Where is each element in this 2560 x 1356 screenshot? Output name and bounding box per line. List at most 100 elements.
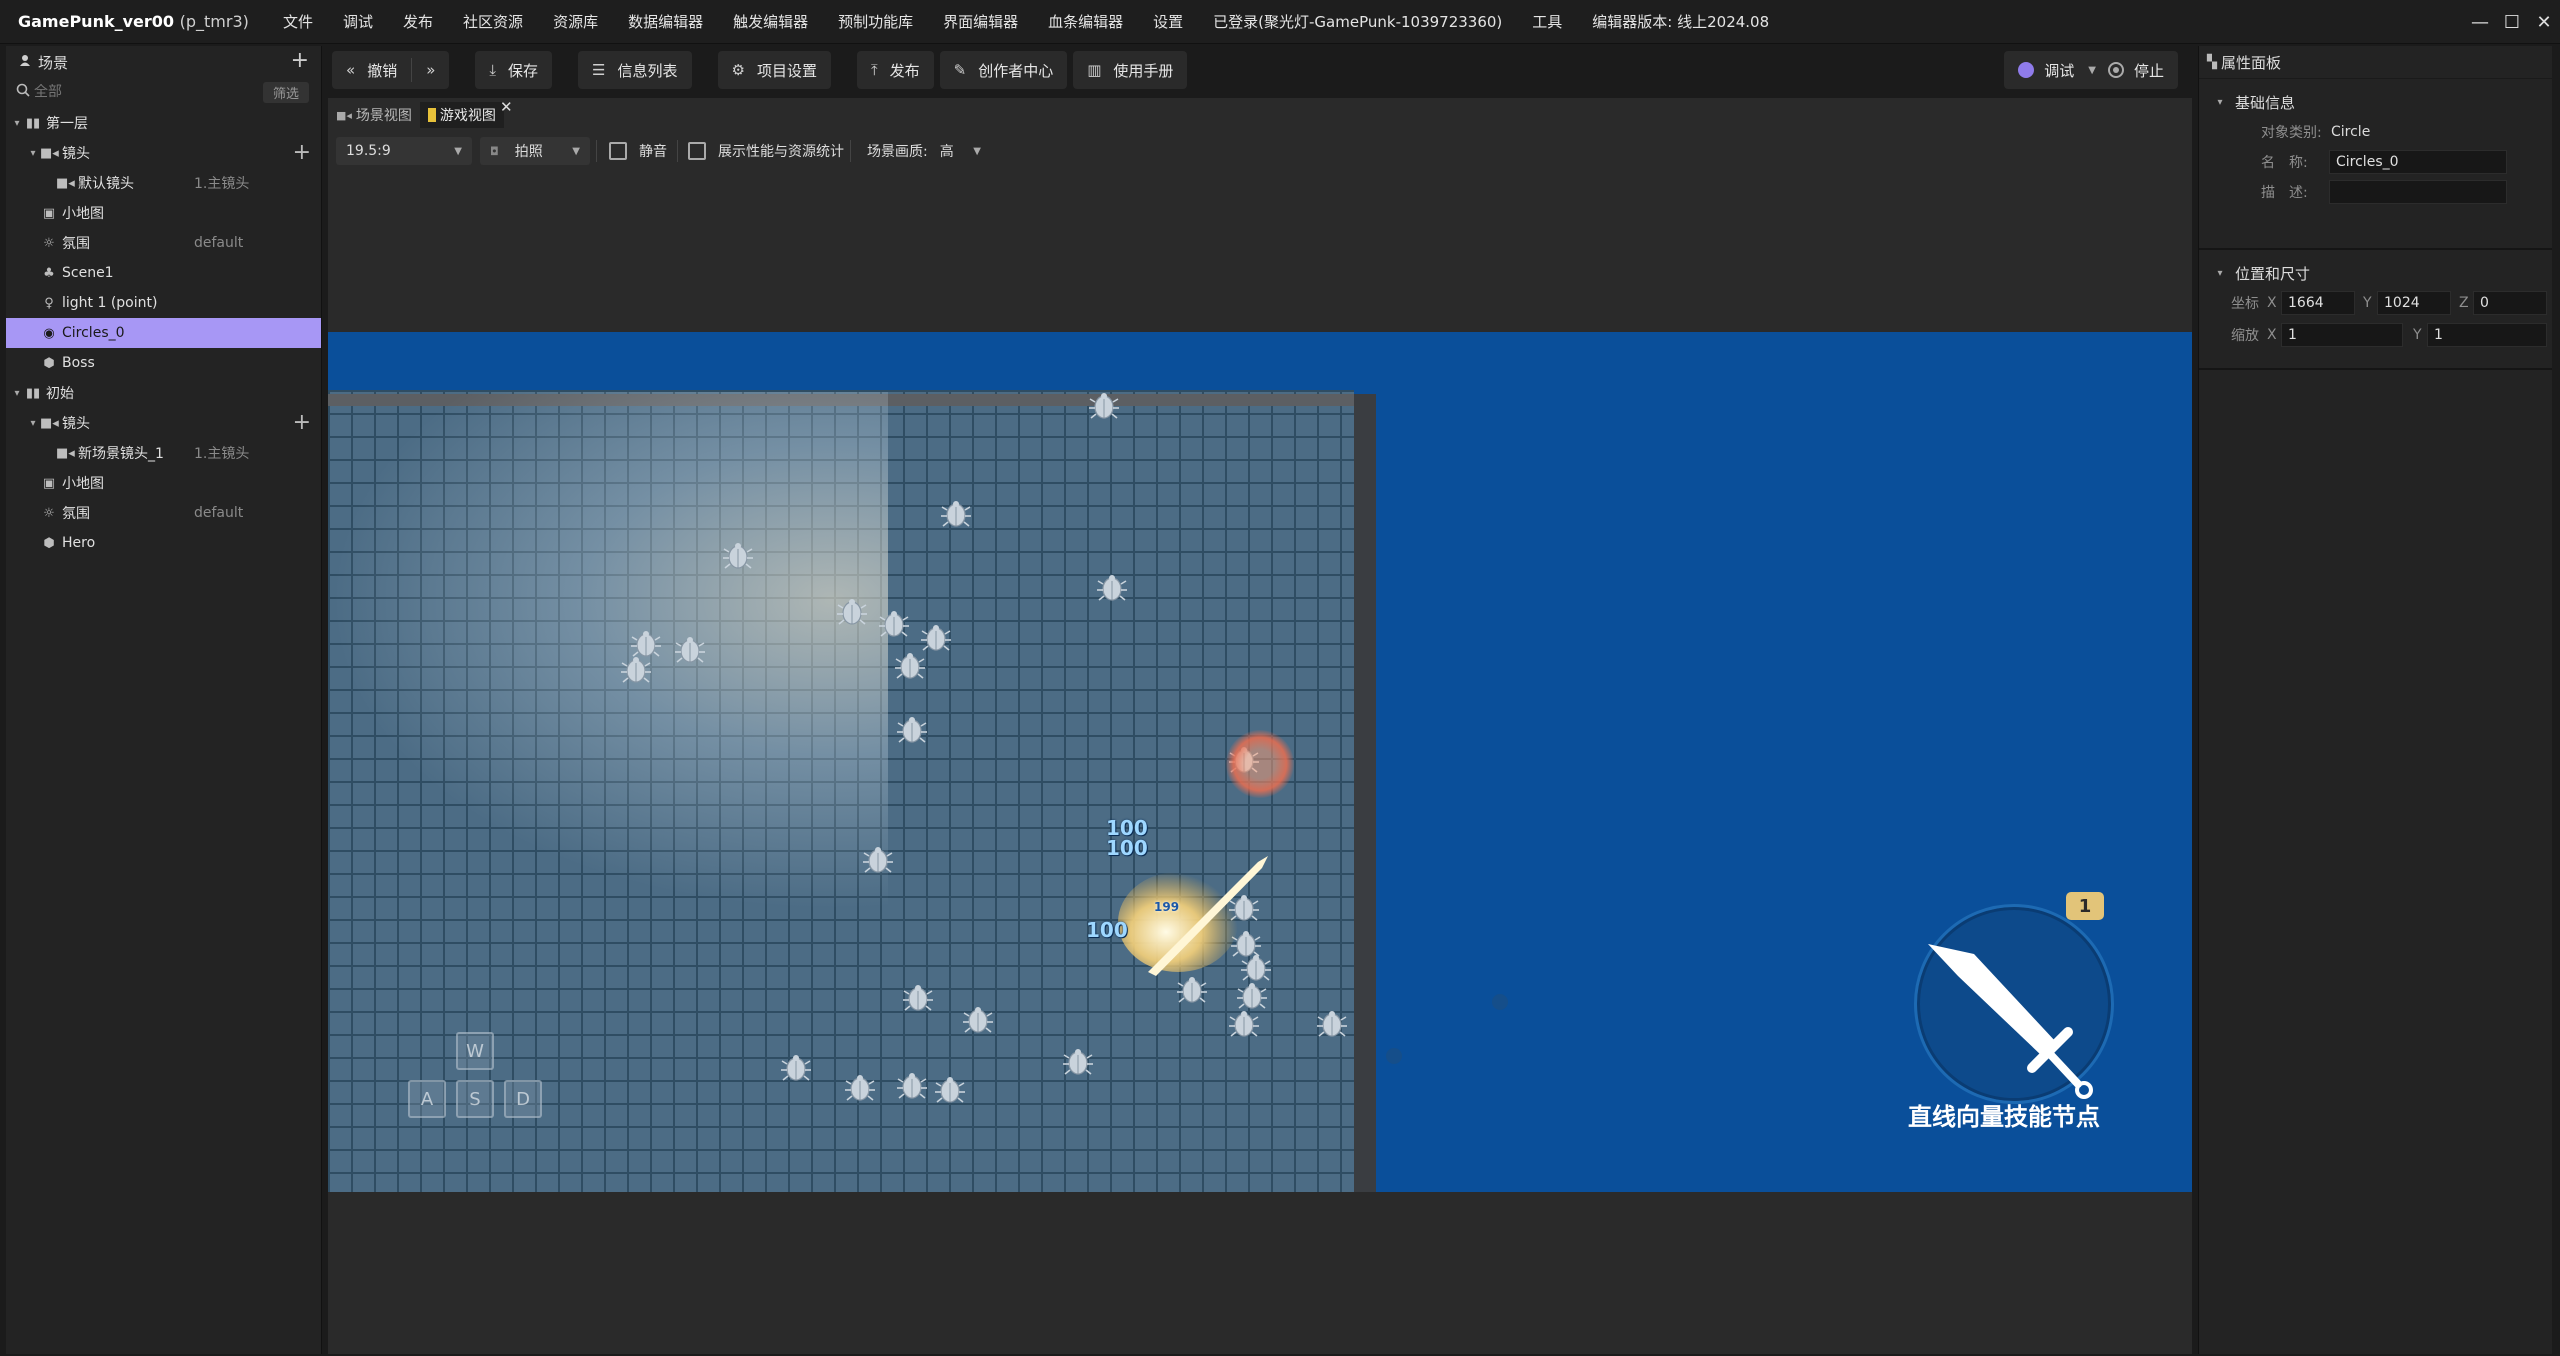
caret-down-icon[interactable]: ▾ — [10, 118, 24, 129]
menu-item[interactable]: 血条编辑器 — [1033, 0, 1138, 44]
wasd-keys-hint: W A S D — [408, 1032, 548, 1132]
menu-item[interactable]: 已登录(聚光灯-GamePunk-1039723360) — [1198, 0, 1517, 44]
tree-item[interactable]: ▾ ■◂ 镜头 + — [6, 138, 321, 168]
menu-item[interactable]: 编辑器版本: 线上2024.08 — [1577, 0, 1784, 44]
aspect-select[interactable]: 19.5:9 ▼ — [336, 137, 472, 165]
project-settings-button[interactable]: ⚙ 项目设置 — [717, 51, 831, 89]
close-tab-icon[interactable]: ✕ — [500, 98, 513, 116]
menu-item[interactable]: 数据编辑器 — [613, 0, 718, 44]
transform-header[interactable]: ▾ 位置和尺寸 — [2199, 258, 2552, 288]
menu-item[interactable]: 发布 — [388, 0, 448, 44]
menu-item[interactable]: 预制功能库 — [823, 0, 928, 44]
scale-x-input[interactable]: 1 — [2281, 323, 2403, 347]
show-stats-label: 展示性能与资源统计 — [718, 144, 844, 160]
search-icon — [16, 83, 30, 101]
show-stats-checkbox[interactable]: 展示性能与资源统计 — [688, 141, 844, 161]
app-title: GamePunk_ver00 (p_tmr3) — [0, 12, 268, 31]
position-x-input[interactable]: 1664 — [2281, 291, 2355, 315]
add-scene-button[interactable]: + — [291, 50, 309, 72]
name-input[interactable]: Circles_0 — [2329, 150, 2507, 174]
tree-item-tag: default — [194, 505, 244, 521]
manual-button[interactable]: ▥ 使用手册 — [1073, 51, 1188, 89]
atmosphere-icon: ☼ — [43, 235, 55, 251]
mute-checkbox[interactable]: 静音 — [609, 141, 667, 161]
tree-item[interactable]: ◉ Circles_0 — [6, 318, 321, 348]
tree-item[interactable]: ▣ 小地图 — [6, 198, 321, 228]
position-z-input[interactable]: 0 — [2473, 291, 2547, 315]
menu-item[interactable]: 设置 — [1138, 0, 1198, 44]
undo-icon: « — [346, 61, 356, 79]
damage-number: 199 — [1154, 900, 1180, 914]
project-settings-label: 项目设置 — [756, 61, 817, 80]
tree-item[interactable]: ■◂ 新场景镜头_1 1.主镜头 — [6, 438, 321, 468]
description-input[interactable] — [2329, 180, 2507, 204]
list-icon: ☰ — [592, 61, 606, 79]
beetle-enemy — [1096, 572, 1128, 604]
info-list-button[interactable]: ☰ 信息列表 — [578, 51, 692, 89]
scene-search-input[interactable] — [34, 84, 234, 100]
filter-button[interactable]: 筛选 — [262, 82, 309, 103]
property-panel: ▚ 属性面板 ▾ 基础信息 对象类别: Circle 名 称: Circles_… — [2198, 46, 2552, 1354]
chevron-down-icon: ▼ — [454, 145, 462, 157]
menu-item[interactable]: 界面编辑器 — [928, 0, 1033, 44]
tree-item[interactable]: ■◂ 默认镜头 1.主镜头 — [6, 168, 321, 198]
camera-icon: ■◂ — [40, 415, 59, 431]
quality-select[interactable]: 场景画质: 高 ▼ — [857, 137, 991, 165]
game-canvas[interactable]: 100 100 100 199 W A S D 1 直线向量技能节点 — [328, 332, 2192, 1192]
add-camera-button[interactable]: + — [293, 140, 311, 165]
beetle-enemy — [896, 1070, 928, 1102]
menu-item[interactable]: 文件 — [268, 0, 328, 44]
menu-item[interactable]: 触发编辑器 — [718, 0, 823, 44]
tree-item[interactable]: ♀ light 1 (point) — [6, 288, 321, 318]
tree-item[interactable]: ▣ 小地图 — [6, 468, 321, 498]
redo-icon: » — [426, 61, 436, 79]
camera-icon: ■◂ — [40, 145, 59, 161]
tree-item-label: 镜头 — [62, 146, 90, 162]
minimize-button[interactable]: — — [2464, 0, 2496, 44]
caret-down-icon[interactable]: ▾ — [26, 148, 40, 159]
redo-button[interactable]: » — [412, 51, 449, 89]
tab-game-view[interactable]: 游戏视图 — [419, 102, 504, 128]
run-controls: 调试 ▼ 停止 — [2004, 51, 2178, 89]
scale-y-input[interactable]: 1 — [2427, 323, 2547, 347]
tree-item[interactable]: ♣ Scene1 — [6, 258, 321, 288]
add-camera-button[interactable]: + — [293, 410, 311, 435]
menu-item[interactable]: 资源库 — [538, 0, 613, 44]
menu-item[interactable]: 调试 — [328, 0, 388, 44]
publish-button[interactable]: ⤒ 发布 — [856, 51, 934, 89]
view-tabs: ■◂ 场景视图 游戏视图 — [328, 102, 504, 128]
beetle-enemy — [780, 1052, 812, 1084]
tree-item[interactable]: ▾ ▮▮ 初始 — [6, 378, 321, 408]
debug-run-button[interactable]: 调试 ▼ — [2004, 51, 2104, 89]
stop-button[interactable]: 停止 — [2103, 51, 2178, 89]
sword-icon — [1928, 944, 2093, 1099]
creator-center-button[interactable]: ✎ 创作者中心 — [939, 51, 1068, 89]
play-icon — [2018, 62, 2035, 78]
tree-item[interactable]: ⬢ Hero — [6, 528, 321, 558]
creator-center-label: 创作者中心 — [978, 61, 1054, 80]
basic-info-header[interactable]: ▾ 基础信息 — [2199, 87, 2552, 117]
tree-item[interactable]: ⬢ Boss — [6, 348, 321, 378]
caret-down-icon[interactable]: ▾ — [10, 388, 24, 399]
aspect-value: 19.5:9 — [346, 143, 391, 159]
tree-item[interactable]: ▾ ▮▮ 第一层 — [6, 108, 321, 138]
chevron-down-icon[interactable]: ▼ — [2088, 65, 2096, 76]
window-controls: — ☐ ✕ — [2464, 0, 2560, 44]
tree-item-label: 小地图 — [62, 476, 104, 492]
save-button[interactable]: ⤓ 保存 — [475, 51, 553, 89]
position-y-input[interactable]: 1024 — [2377, 291, 2451, 315]
basic-info-section: ▾ 基础信息 对象类别: Circle 名 称: Circles_0 描 述: — [2199, 78, 2552, 248]
undo-button[interactable]: « 撤销 — [332, 51, 411, 89]
menu-item[interactable]: 工具 — [1517, 0, 1577, 44]
tree-item[interactable]: ▾ ■◂ 镜头 + — [6, 408, 321, 438]
tab-scene-view[interactable]: ■◂ 场景视图 — [328, 102, 420, 128]
tree-item[interactable]: ☼ 氛围 default — [6, 498, 321, 528]
tree-item[interactable]: ☼ 氛围 default — [6, 228, 321, 258]
maximize-button[interactable]: ☐ — [2496, 0, 2528, 44]
menu-item[interactable]: 社区资源 — [448, 0, 538, 44]
property-panel-header: ▚ 属性面板 — [2199, 46, 2552, 78]
screenshot-select[interactable]: ◘ 拍照 ▼ — [480, 137, 590, 165]
caret-down-icon[interactable]: ▾ — [26, 418, 40, 429]
skill-button[interactable]: 1 — [1878, 892, 2114, 1122]
close-window-button[interactable]: ✕ — [2528, 0, 2560, 44]
